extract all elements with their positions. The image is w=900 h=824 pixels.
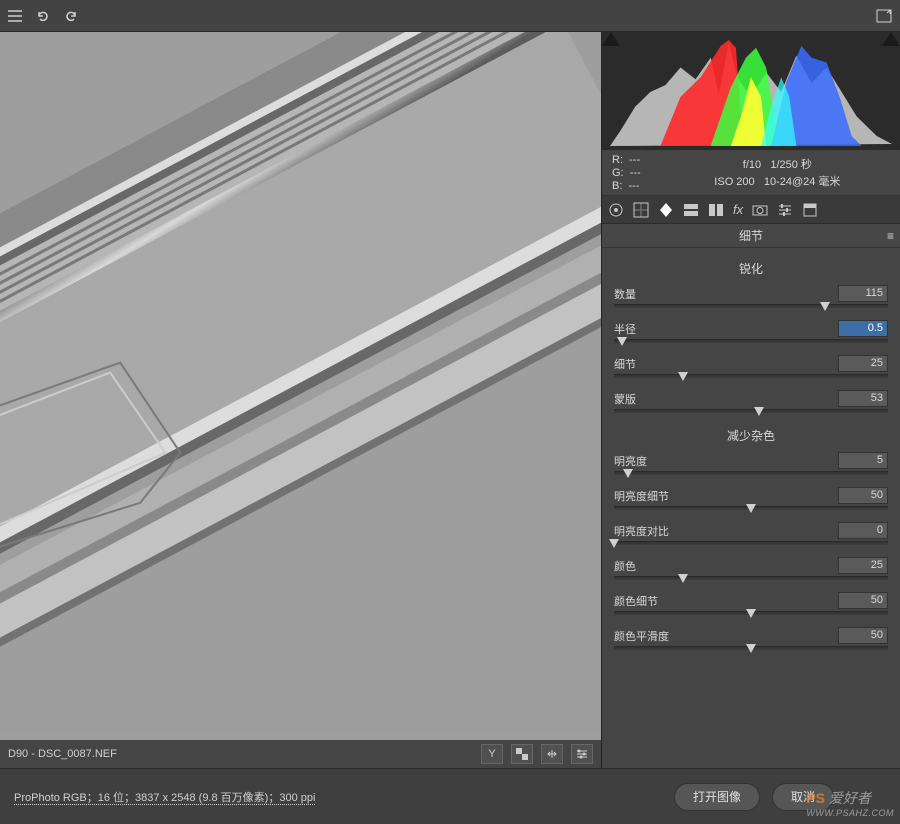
slider-amount: 数量 115 [614,285,888,308]
slider-value-input[interactable]: 0.5 [838,320,888,337]
slider-track[interactable] [614,409,888,413]
view-sliders-button[interactable] [571,744,593,764]
undo-icon[interactable] [36,9,50,23]
fullscreen-icon[interactable] [876,9,892,23]
slider-detail: 细节 25 [614,355,888,378]
slider-label: 颜色 [614,558,636,574]
readout-g: G: --- [612,167,641,179]
tab-fx-icon[interactable]: fx [733,202,743,217]
slider-label: 明亮度对比 [614,523,669,539]
slider-label: 半径 [614,321,636,337]
slider-masking: 蒙版 53 [614,390,888,413]
slider-label: 颜色细节 [614,593,658,609]
open-image-button[interactable]: 打开图像 [674,783,760,811]
slider-track[interactable] [614,374,888,378]
slider-label: 明亮度细节 [614,488,669,504]
slider-knob[interactable] [754,407,764,416]
slider-lum: 明亮度 5 [614,452,888,475]
slider-lumCon: 明亮度对比 0 [614,522,888,545]
tab-camera-icon[interactable] [752,202,768,218]
slider-knob[interactable] [617,337,627,346]
slider-track[interactable] [614,506,888,510]
exif-line1: f/10 1/250 秒 [743,156,812,172]
tab-basic-icon[interactable] [608,202,624,218]
slider-value-input[interactable]: 50 [838,487,888,504]
slider-track[interactable] [614,541,888,545]
slider-knob[interactable] [609,539,619,548]
slider-knob[interactable] [678,574,688,583]
readout-r: R: --- [612,154,641,166]
view-split-button[interactable] [541,744,563,764]
slider-track[interactable] [614,611,888,615]
slider-knob[interactable] [746,609,756,618]
slider-radius: 半径 0.5 [614,320,888,343]
slider-track[interactable] [614,576,888,580]
preview-pane: D90 - DSC_0087.NEF Y [0,32,602,768]
section-noise: 减少杂色 [614,427,888,444]
slider-knob[interactable] [623,469,633,478]
slider-track[interactable] [614,304,888,308]
tab-hsl-icon[interactable] [683,202,699,218]
slider-value-input[interactable]: 53 [838,390,888,407]
preview-footer: D90 - DSC_0087.NEF Y [0,740,601,768]
slider-track[interactable] [614,471,888,475]
slider-knob[interactable] [746,644,756,653]
slider-panel: 锐化 数量 115 半径 0.5 细节 25 蒙版 53 减少杂色 明亮度 5 … [602,248,900,768]
exif-line2: ISO 200 10-24@24 毫米 [714,173,840,189]
view-y-button[interactable]: Y [481,744,503,764]
panel-menu-icon[interactable]: ≡ [887,229,894,243]
tab-detail-icon[interactable] [658,202,674,218]
side-panel: R: --- G: --- B: --- f/10 1/250 秒 ISO 20… [602,32,900,768]
tab-split-icon[interactable] [708,202,724,218]
filename-label: D90 - DSC_0087.NEF [8,748,117,760]
slider-value-input[interactable]: 50 [838,627,888,644]
slider-colSmo: 颜色平滑度 50 [614,627,888,650]
slider-track[interactable] [614,646,888,650]
slider-label: 颜色平滑度 [614,628,669,644]
slider-knob[interactable] [746,504,756,513]
image-info[interactable]: ProPhoto RGB；16 位；3837 x 2548 (9.8 百万像素)… [14,789,315,805]
slider-label: 细节 [614,356,636,372]
slider-value-input[interactable]: 5 [838,452,888,469]
panel-title-bar: 细节 ≡ [602,224,900,248]
panel-title: 细节 [739,227,763,244]
slider-knob[interactable] [678,372,688,381]
slider-lumDet: 明亮度细节 50 [614,487,888,510]
slider-label: 明亮度 [614,453,647,469]
tab-preset-icon[interactable] [802,202,818,218]
slider-value-input[interactable]: 115 [838,285,888,302]
slider-value-input[interactable]: 50 [838,592,888,609]
tab-curve-icon[interactable] [633,202,649,218]
cancel-button[interactable]: 取消 [772,783,834,811]
slider-value-input[interactable]: 25 [838,355,888,372]
top-toolbar [0,0,900,32]
slider-label: 数量 [614,286,636,302]
histogram[interactable] [602,32,900,150]
slider-value-input[interactable]: 0 [838,522,888,539]
slider-col: 颜色 25 [614,557,888,580]
slider-value-input[interactable]: 25 [838,557,888,574]
redo-icon[interactable] [64,9,78,23]
view-checker-button[interactable] [511,744,533,764]
tab-calib-icon[interactable] [777,202,793,218]
readout-b: B: --- [612,180,641,192]
section-sharpen: 锐化 [614,260,888,277]
slider-track[interactable] [614,339,888,343]
footer-bar: ProPhoto RGB；16 位；3837 x 2548 (9.8 百万像素)… [0,768,900,824]
slider-knob[interactable] [820,302,830,311]
list-icon[interactable] [8,9,22,23]
slider-label: 蒙版 [614,391,636,407]
panel-tabs: fx [602,196,900,224]
image-preview[interactable] [0,32,601,740]
slider-colDet: 颜色细节 50 [614,592,888,615]
exif-readout: R: --- G: --- B: --- f/10 1/250 秒 ISO 20… [602,150,900,196]
